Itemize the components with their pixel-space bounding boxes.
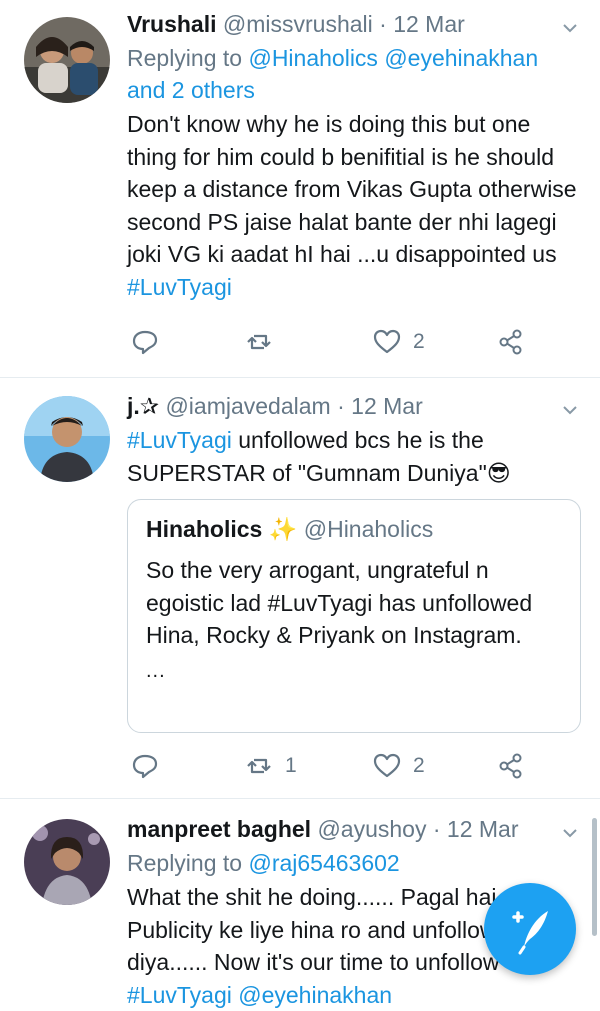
display-name[interactable]: manpreet baghel <box>127 816 311 842</box>
like-count: 2 <box>413 330 425 353</box>
retweet-button[interactable] <box>245 327 273 357</box>
reply-others-link[interactable]: and 2 others <box>127 77 255 103</box>
avatar-image <box>24 396 110 482</box>
tweet[interactable]: j.✰ @iamjavedalam · 12 Mar #LuvTyagi unf… <box>0 378 600 798</box>
avatar-image <box>24 17 110 103</box>
avatar[interactable] <box>24 396 110 482</box>
quoted-tweet[interactable]: Hinaholics ✨ @Hinaholics So the very arr… <box>127 499 581 733</box>
share-icon <box>499 753 522 779</box>
tweet-header: Vrushali @missvrushali · 12 Mar <box>127 10 580 38</box>
avatar[interactable] <box>24 17 110 103</box>
share-icon <box>499 329 522 355</box>
replying-to-label: Replying to <box>127 45 243 71</box>
reply-mention[interactable]: @Hinaholics <box>248 45 377 71</box>
sparkles-icon: ✨ <box>268 516 298 542</box>
hashtag-link[interactable]: #LuvTyagi <box>127 274 232 300</box>
separator: · <box>337 393 345 419</box>
heart-icon <box>373 753 401 778</box>
avatar-image <box>24 819 110 905</box>
mention-link[interactable]: @eyehinakhan <box>232 982 392 1008</box>
reply-icon <box>132 754 158 779</box>
quoted-tweet-header: Hinaholics ✨ @Hinaholics <box>146 514 562 544</box>
reply-mention[interactable]: @raj65463602 <box>248 850 399 876</box>
chevron-down-icon[interactable] <box>560 400 580 420</box>
like-button[interactable]: 2 <box>373 751 425 781</box>
retweet-count: 1 <box>285 754 297 777</box>
quoted-tweet-more: ... <box>146 659 166 682</box>
tweet-time[interactable]: 12 Mar <box>393 11 465 37</box>
avatar[interactable] <box>24 819 110 905</box>
tweet-header: manpreet baghel @ayushoy · 12 Mar <box>127 815 580 843</box>
tweet-body: Don't know why he is doing this but one … <box>127 111 577 267</box>
retweet-icon <box>247 758 271 774</box>
tweet-text: #LuvTyagi unfollowed bcs he is the SUPER… <box>127 424 580 489</box>
share-button[interactable] <box>497 327 525 357</box>
retweet-icon <box>247 334 271 350</box>
tweet-text: Don't know why he is doing this but one … <box>127 108 580 303</box>
tweet-time[interactable]: 12 Mar <box>447 816 519 842</box>
compose-tweet-icon <box>512 911 548 955</box>
chevron-down-icon[interactable] <box>560 823 580 843</box>
share-button[interactable] <box>497 751 525 781</box>
tweet-actions: 1 2 <box>127 751 527 781</box>
quoted-tweet-text: So the very arrogant, ungrateful n egois… <box>146 557 533 648</box>
reply-button[interactable] <box>131 327 159 357</box>
reply-mention[interactable]: @eyehinakhan <box>384 45 538 71</box>
tweet[interactable]: Vrushali @missvrushali · 12 Mar Replying… <box>0 0 600 377</box>
display-name[interactable]: Vrushali <box>127 11 216 37</box>
user-handle[interactable]: @ayushoy <box>317 816 426 842</box>
separator: · <box>432 816 441 842</box>
scrollbar[interactable] <box>592 818 597 936</box>
tweet-actions: 2 <box>127 327 527 357</box>
chevron-down-icon[interactable] <box>560 18 580 38</box>
user-handle[interactable]: @missvrushali <box>223 11 373 37</box>
tweet-header: j.✰ @iamjavedalam · 12 Mar <box>127 392 580 420</box>
quoted-display-name: Hinaholics <box>146 516 263 542</box>
retweet-button[interactable]: 1 <box>245 751 297 781</box>
replying-to: Replying to @raj65463602 <box>127 847 580 879</box>
quoted-user-handle: @Hinaholics <box>303 516 434 542</box>
hashtag-link[interactable]: #LuvTyagi <box>127 982 232 1008</box>
user-handle[interactable]: @iamjavedalam <box>165 393 330 419</box>
display-name[interactable]: j.✰ <box>127 393 159 419</box>
reply-icon <box>132 330 158 355</box>
replying-to: Replying to @Hinaholics @eyehinakhan and… <box>127 42 580 106</box>
hashtag-link[interactable]: #LuvTyagi <box>127 427 232 453</box>
tweet-time[interactable]: 12 Mar <box>351 393 423 419</box>
compose-tweet-button[interactable] <box>484 883 576 975</box>
like-button[interactable]: 2 <box>373 327 425 357</box>
like-count: 2 <box>413 754 425 777</box>
heart-icon <box>373 329 401 354</box>
replying-to-label: Replying to <box>127 850 243 876</box>
separator: · <box>379 11 387 37</box>
reply-button[interactable] <box>131 751 159 781</box>
